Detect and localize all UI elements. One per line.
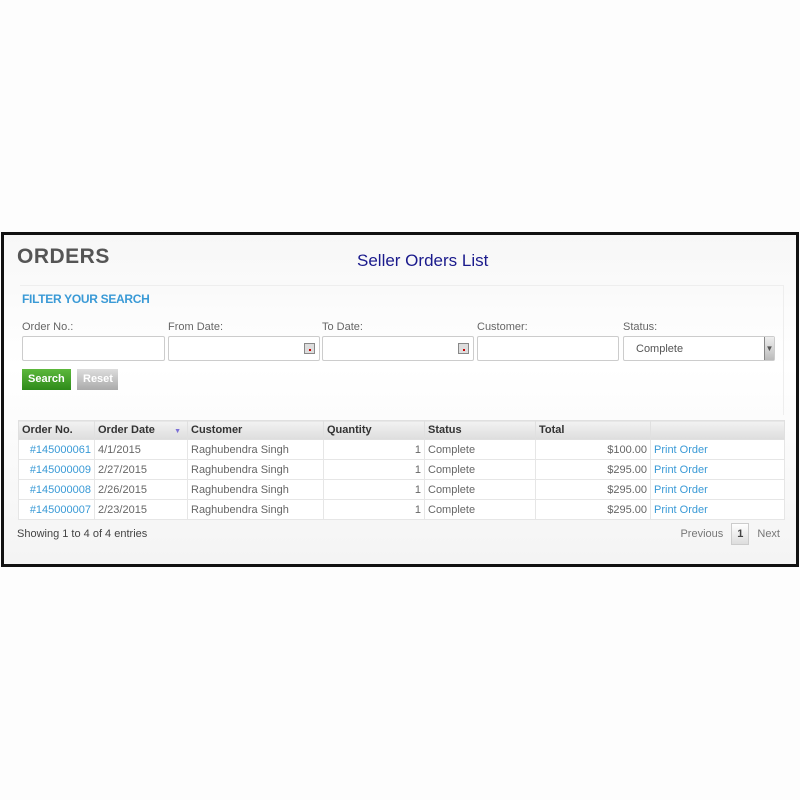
order-link[interactable]: #145000008 <box>18 479 95 500</box>
calendar-icon[interactable] <box>304 343 315 354</box>
col-order-no[interactable]: Order No. <box>18 420 95 440</box>
print-order-link[interactable]: Print Order <box>650 499 785 520</box>
print-order-link[interactable]: Print Order <box>650 459 785 480</box>
col-status[interactable]: Status <box>424 420 536 440</box>
col-quantity[interactable]: Quantity <box>323 420 425 440</box>
previous-button[interactable]: Previous <box>680 528 723 540</box>
calendar-icon[interactable] <box>458 343 469 354</box>
quantity: 1 <box>323 439 425 460</box>
status-select[interactable]: Complete ▼ <box>623 336 775 361</box>
orders-window: ORDERS Seller Orders List FILTER YOUR SE… <box>1 232 799 567</box>
customer: Raghubendra Singh <box>187 459 324 480</box>
from-date-input[interactable] <box>168 336 320 361</box>
col-label: Order Date <box>98 424 155 436</box>
orders-table: Order No. Order Date ▼ Customer Quantity … <box>18 420 785 520</box>
col-order-date[interactable]: Order Date ▼ <box>94 420 188 440</box>
search-button[interactable]: Search <box>22 369 71 390</box>
print-order-link[interactable]: Print Order <box>650 439 785 460</box>
total: $100.00 <box>535 439 651 460</box>
to-date-input[interactable] <box>322 336 474 361</box>
total: $295.00 <box>535 459 651 480</box>
customer-input[interactable] <box>477 336 619 361</box>
order-link[interactable]: #145000061 <box>18 439 95 460</box>
from-date-label: From Date: <box>168 321 224 333</box>
page-title: ORDERS <box>17 245 110 268</box>
order-date: 2/26/2015 <box>94 479 188 500</box>
quantity: 1 <box>323 479 425 500</box>
status: Complete <box>424 479 536 500</box>
next-button[interactable]: Next <box>757 528 780 540</box>
total: $295.00 <box>535 479 651 500</box>
print-order-link[interactable]: Print Order <box>650 479 785 500</box>
col-actions[interactable] <box>650 420 785 440</box>
order-no-input[interactable] <box>22 336 165 361</box>
to-date-label: To Date: <box>322 321 363 333</box>
entries-info: Showing 1 to 4 of 4 entries <box>17 528 148 540</box>
table-row: #145000061 4/1/2015 Raghubendra Singh 1 Comp… <box>18 439 785 460</box>
order-link[interactable]: #145000007 <box>18 499 95 520</box>
quantity: 1 <box>323 499 425 520</box>
order-no-label: Order No.: <box>22 321 74 333</box>
customer: Raghubendra Singh <box>187 439 324 460</box>
status-value: Complete <box>636 343 684 355</box>
chevron-down-icon[interactable]: ▼ <box>764 337 774 360</box>
reset-button[interactable]: Reset <box>77 369 118 390</box>
page-1-button[interactable]: 1 <box>731 523 750 545</box>
table-row: #145000007 2/23/2015 Raghubendra Singh 1 Com… <box>18 499 785 520</box>
col-total[interactable]: Total <box>535 420 651 440</box>
quantity: 1 <box>323 459 425 480</box>
total: $295.00 <box>535 499 651 520</box>
order-date: 2/27/2015 <box>94 459 188 480</box>
customer: Raghubendra Singh <box>187 479 324 500</box>
status: Complete <box>424 439 536 460</box>
order-link[interactable]: #145000009 <box>18 459 95 480</box>
table-row: #145000008 2/26/2015 Raghubendra Singh 1 Com… <box>18 479 785 500</box>
table-row: #145000009 2/27/2015 Raghubendra Singh 1 Com… <box>18 459 785 480</box>
customer: Raghubendra Singh <box>187 499 324 520</box>
order-date: 2/23/2015 <box>94 499 188 520</box>
sort-desc-icon: ▼ <box>174 428 181 435</box>
pagination: Previous 1 Next <box>680 523 780 545</box>
page-subtitle: Seller Orders List <box>357 251 489 270</box>
status: Complete <box>424 459 536 480</box>
order-date: 4/1/2015 <box>94 439 188 460</box>
customer-label: Customer: <box>477 321 528 333</box>
status-label: Status: <box>623 321 658 333</box>
filter-heading: FILTER YOUR SEARCH <box>22 292 150 306</box>
col-customer[interactable]: Customer <box>187 420 324 440</box>
status: Complete <box>424 499 536 520</box>
